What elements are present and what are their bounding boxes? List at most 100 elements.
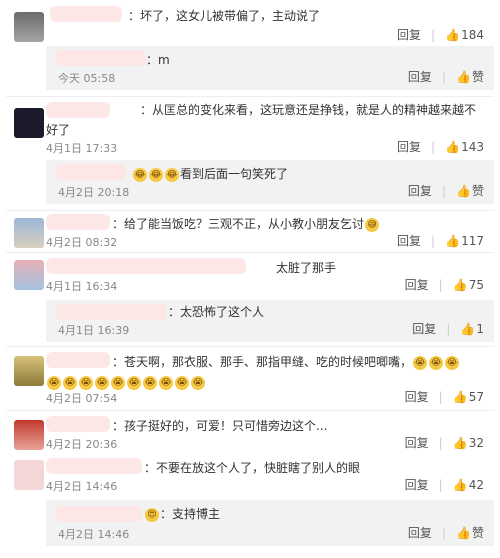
crying-emoji-icon: 😭 bbox=[413, 355, 428, 370]
comment-date: 4月1日 16:34 bbox=[46, 280, 118, 293]
thumb-up-icon[interactable]: 👍 bbox=[445, 234, 460, 248]
like-count[interactable]: 1 bbox=[476, 322, 484, 336]
reply-actions: 回复 | 👍 赞 bbox=[407, 524, 484, 541]
avatar[interactable] bbox=[14, 12, 44, 42]
comment-date: 4月2日 08:32 bbox=[46, 236, 118, 249]
thumb-up-icon[interactable]: 👍 bbox=[453, 478, 468, 492]
like-button[interactable]: 赞 bbox=[472, 68, 484, 85]
thumb-up-icon[interactable]: 👍 bbox=[453, 278, 468, 292]
reply-text: 😂 😂 😂 看到后面一句笑死了 bbox=[133, 167, 289, 182]
comment-actions: 回复 | 👍 75 bbox=[404, 276, 484, 293]
reply-button[interactable]: 回复 bbox=[397, 26, 421, 43]
comment-item: ：不要在放这个人了，快脏瞎了别人的眼 4月2日 14:46 回复 | 👍 42 bbox=[0, 456, 500, 496]
reply-button[interactable]: 回复 bbox=[397, 232, 421, 249]
comment-text: 太脏了那手 bbox=[276, 261, 337, 275]
comment-actions: 回复 | 👍 42 bbox=[404, 476, 484, 493]
thumb-up-icon[interactable]: 👍 bbox=[460, 322, 475, 336]
comment-date: 4月1日 17:33 bbox=[46, 142, 118, 155]
thumb-up-icon[interactable]: 👍 bbox=[456, 70, 471, 84]
thumb-up-icon[interactable]: 👍 bbox=[445, 28, 460, 42]
reply-button[interactable]: 回复 bbox=[405, 476, 429, 493]
like-count[interactable]: 75 bbox=[469, 278, 484, 292]
comment-item: ：孩子挺好的，可爱！只可惜旁边这个... 4月2日 20:36 回复 | 👍 32 bbox=[0, 414, 500, 454]
comment-actions: 回复 | 👍 32 bbox=[404, 434, 484, 451]
comment-actions: 回复 | 👍 184 bbox=[397, 26, 484, 43]
comment-item: ：给了能当饭吃？三观不正，从小教小朋友乞讨 😅 4月2日 08:32 回复 | 👍 … bbox=[0, 212, 500, 252]
reply-button[interactable]: 回复 bbox=[408, 182, 432, 199]
like-count[interactable]: 143 bbox=[461, 140, 484, 154]
thumb-up-icon[interactable]: 👍 bbox=[453, 436, 468, 450]
crying-emoji-icon: 😭 bbox=[127, 375, 141, 390]
avatar[interactable] bbox=[14, 218, 44, 248]
thumb-up-icon[interactable]: 👍 bbox=[456, 184, 471, 198]
crying-emoji-icon: 😭 bbox=[79, 375, 93, 390]
laughing-emoji-icon: 😂 bbox=[149, 167, 163, 182]
crying-emoji-icon: 😭 bbox=[47, 375, 61, 390]
reply-item: 😍 ：支持博主 4月2日 14:46 回复 | 👍 赞 bbox=[46, 500, 494, 546]
reply-button[interactable]: 回复 bbox=[408, 68, 432, 85]
comment-actions: 回复 | 👍 117 bbox=[397, 232, 484, 249]
sweat-smile-emoji-icon: 😅 bbox=[365, 217, 380, 232]
thumb-up-icon[interactable]: 👍 bbox=[445, 140, 460, 154]
avatar[interactable] bbox=[14, 420, 44, 450]
reply-item: ：太恐怖了这个人 4月1日 16:39 回复 | 👍 1 bbox=[46, 300, 494, 342]
emoji-row: 😭 😭 😭 😭 😭 😭 😭 😭 😭 😭 bbox=[46, 372, 206, 391]
laughing-emoji-icon: 😂 bbox=[133, 167, 147, 182]
comment-text: ：坏了，这女儿被带偏了，主动说了 bbox=[128, 9, 321, 23]
reply-button[interactable]: 回复 bbox=[405, 434, 429, 451]
crying-emoji-icon: 😭 bbox=[95, 375, 109, 390]
reply-button[interactable]: 回复 bbox=[405, 276, 429, 293]
avatar[interactable] bbox=[14, 260, 44, 290]
comment-text: ：给了能当饭吃？三观不正，从小教小朋友乞讨 😅 bbox=[112, 214, 380, 234]
comment-item: 太脏了那手 4月1日 16:34 回复 | 👍 75 bbox=[0, 256, 500, 294]
like-button[interactable]: 赞 bbox=[472, 524, 484, 541]
reply-date: 4月2日 20:18 bbox=[58, 186, 130, 199]
crying-emoji-icon: 😭 bbox=[191, 375, 205, 390]
crying-emoji-icon: 😭 bbox=[175, 375, 189, 390]
reply-button[interactable]: 回复 bbox=[397, 138, 421, 155]
reply-date: 4月1日 16:39 bbox=[58, 324, 130, 337]
comment-actions: 回复 | 👍 57 bbox=[404, 388, 484, 405]
like-count[interactable]: 57 bbox=[469, 390, 484, 404]
crying-emoji-icon: 😭 bbox=[159, 375, 173, 390]
crying-emoji-icon: 😭 bbox=[445, 355, 460, 370]
comment-item: ：坏了，这女儿被带偏了，主动说了 回复 | 👍 184 bbox=[0, 0, 500, 43]
crying-emoji-icon: 😭 bbox=[111, 375, 125, 390]
reply-button[interactable]: 回复 bbox=[412, 320, 436, 337]
crying-emoji-icon: 😭 bbox=[429, 355, 444, 370]
comment-text: ：孩子挺好的，可爱！只可惜旁边这个... bbox=[112, 419, 328, 433]
like-button[interactable]: 赞 bbox=[472, 182, 484, 199]
reply-date: 4月2日 14:46 bbox=[58, 528, 130, 541]
comment-date: 4月2日 07:54 bbox=[46, 392, 118, 405]
thumb-up-icon[interactable]: 👍 bbox=[453, 390, 468, 404]
thumb-up-icon[interactable]: 👍 bbox=[456, 526, 471, 540]
reply-button[interactable]: 回复 bbox=[408, 524, 432, 541]
comment-date: 4月2日 14:46 bbox=[46, 480, 118, 493]
reply-text: ：太恐怖了这个人 bbox=[168, 305, 265, 319]
reply-text: 😍 ：支持博主 bbox=[144, 504, 220, 524]
reply-button[interactable]: 回复 bbox=[405, 388, 429, 405]
comment-item: ：苍天啊，那衣服、那手、那指甲缝、吃的时候吧唧嘴， 😭 😭 😭 😭 😭 😭 😭 😭 😭 😭 😭 😭 😭 … bbox=[0, 350, 500, 408]
reply-item: ：m 今天 05:58 回复 | 👍 赞 bbox=[46, 46, 494, 90]
reply-text: ：m bbox=[146, 53, 170, 67]
like-count[interactable]: 32 bbox=[469, 436, 484, 450]
reply-actions: 回复 | 👍 赞 bbox=[407, 68, 484, 85]
reply-date: 今天 05:58 bbox=[58, 72, 116, 85]
reply-actions: 回复 | 👍 1 bbox=[412, 320, 484, 337]
comment-text: ：从匡总的变化来看，这玩意还是挣钱，就是人的精神越来越不好了 bbox=[46, 103, 477, 137]
comment-item: ：从匡总的变化来看，这玩意还是挣钱，就是人的精神越来越不好了 4月1日 17:3… bbox=[0, 100, 500, 158]
comment-text: ：苍天啊，那衣服、那手、那指甲缝、吃的时候吧唧嘴， 😭 😭 😭 bbox=[112, 355, 460, 370]
comment-text: ：不要在放这个人了，快脏瞎了别人的眼 bbox=[144, 461, 361, 475]
like-count[interactable]: 117 bbox=[461, 234, 484, 248]
comment-date: 4月2日 20:36 bbox=[46, 438, 118, 451]
avatar[interactable] bbox=[14, 356, 44, 386]
reply-item: 😂 😂 😂 看到后面一句笑死了 4月2日 20:18 回复 | 👍 赞 bbox=[46, 160, 494, 204]
comment-actions: 回复 | 👍 143 bbox=[397, 138, 484, 155]
heart-eyes-emoji-icon: 😍 bbox=[145, 507, 159, 522]
laughing-emoji-icon: 😂 bbox=[165, 167, 179, 182]
like-count[interactable]: 184 bbox=[461, 28, 484, 42]
avatar[interactable] bbox=[14, 460, 44, 490]
avatar[interactable] bbox=[14, 108, 44, 138]
like-count[interactable]: 42 bbox=[469, 478, 484, 492]
reply-actions: 回复 | 👍 赞 bbox=[407, 182, 484, 199]
